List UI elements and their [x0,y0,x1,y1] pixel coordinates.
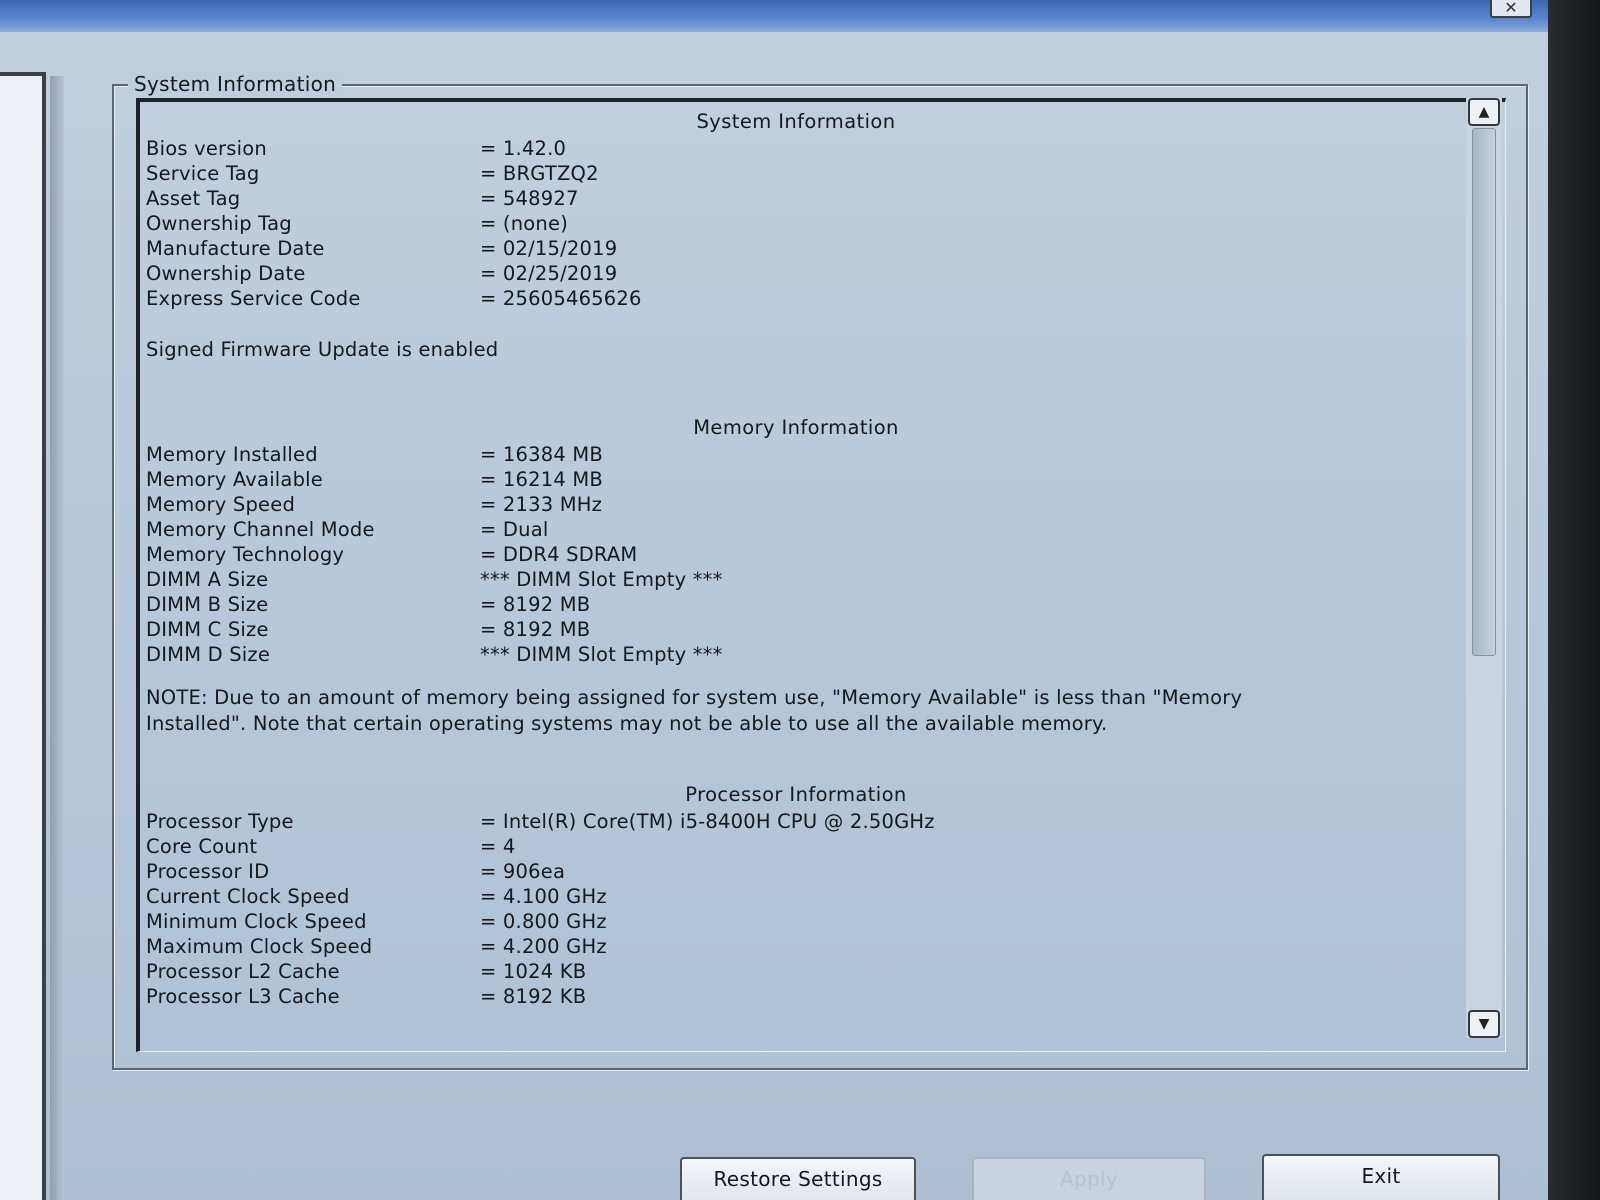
information-content: System Information Bios version = 1.42.0 S… [146,108,1466,1009]
bios-screen: ✕ System Information System Information … [0,0,1548,1200]
processor-info-value: = 906ea [480,860,566,883]
scroll-up-icon[interactable]: ▲ [1468,98,1500,126]
window-title-bar [0,0,1548,32]
restore-settings-button[interactable]: Restore Settings [680,1157,916,1200]
processor-info-label: Minimum Clock Speed [146,910,367,933]
memory-info-row: DIMM C Size = 8192 MB [146,617,1466,642]
memory-info-row: Memory Speed = 2133 MHz [146,492,1466,517]
memory-info-value: = 8192 MB [480,593,591,616]
memory-info-value: *** DIMM Slot Empty *** [480,643,723,666]
system-info-row: Bios version = 1.42.0 [146,136,1466,161]
processor-info-row: Processor Type = Intel(R) Core(TM) i5-840… [146,809,1466,834]
processor-info-value: = 4.100 GHz [480,885,607,908]
system-info-value: = 02/15/2019 [480,237,618,260]
memory-note: NOTE: Due to an amount of memory being a… [146,686,1243,735]
group-title: System Information [128,72,343,96]
processor-info-value: = 8192 KB [480,985,587,1008]
processor-info-label: Current Clock Speed [146,885,350,908]
processor-info-row: Maximum Clock Speed = 4.200 GHz [146,934,1466,959]
memory-rows: Memory Installed = 16384 MB Memory Availab… [146,442,1466,667]
close-icon[interactable]: ✕ [1490,0,1532,18]
exit-button[interactable]: Exit [1262,1154,1500,1200]
memory-info-value: = DDR4 SDRAM [480,543,638,566]
system-info-value: = 548927 [480,187,579,210]
memory-info-value: = Dual [480,518,549,541]
system-info-value: = 1.42.0 [480,137,567,160]
system-info-row: Express Service Code = 25605465626 [146,286,1466,311]
memory-info-row: Memory Channel Mode = Dual [146,517,1466,542]
processor-info-value: = Intel(R) Core(TM) i5-8400H CPU @ 2.50G… [480,810,935,833]
memory-info-label: Memory Available [146,468,323,491]
memory-info-value: = 16214 MB [480,468,603,491]
processor-info-label: Core Count [146,835,258,858]
memory-info-row: Memory Installed = 16384 MB [146,442,1466,467]
processor-info-label: Maximum Clock Speed [146,935,373,958]
vertical-scrollbar[interactable]: ▲ ▼ [1466,98,1502,1038]
memory-info-label: Memory Channel Mode [146,518,375,541]
processor-info-label: Processor ID [146,860,270,883]
processor-info-row: Processor L2 Cache = 1024 KB [146,959,1466,984]
system-info-label: Asset Tag [146,187,241,210]
memory-info-row: Memory Technology = DDR4 SDRAM [146,542,1466,567]
system-rows: Bios version = 1.42.0 Service Tag = BRGTZQ2… [146,136,1466,311]
memory-info-row: Memory Available = 16214 MB [146,467,1466,492]
processor-info-row: Core Count = 4 [146,834,1466,859]
system-info-row: Manufacture Date = 02/15/2019 [146,236,1466,261]
system-info-label: Ownership Date [146,262,306,285]
apply-button[interactable]: Apply [972,1157,1206,1200]
processor-info-row: Processor L3 Cache = 8192 KB [146,984,1466,1009]
scroll-thumb[interactable] [1472,128,1496,656]
scroll-down-icon[interactable]: ▼ [1468,1010,1500,1038]
processor-info-value: = 4.200 GHz [480,935,607,958]
memory-info-value: = 2133 MHz [480,493,603,516]
monitor-bezel [1548,0,1600,1200]
memory-info-label: DIMM C Size [146,618,269,641]
navigation-panel[interactable] [0,72,46,1200]
firmware-status: Signed Firmware Update is enabled [146,338,499,361]
processor-info-row: Current Clock Speed = 4.100 GHz [146,884,1466,909]
system-info-row: Ownership Date = 02/25/2019 [146,261,1466,286]
processor-info-value: = 0.800 GHz [480,910,607,933]
processor-section-title: Processor Information [685,783,907,806]
system-info-row: Service Tag = BRGTZQ2 [146,161,1466,186]
processor-info-label: Processor L2 Cache [146,960,340,983]
system-info-label: Express Service Code [146,287,361,310]
system-info-row: Asset Tag = 548927 [146,186,1466,211]
system-info-value: = 02/25/2019 [480,262,618,285]
memory-section-title: Memory Information [693,416,899,439]
information-panel: System Information Bios version = 1.42.0 S… [136,98,1506,1052]
panel-divider [50,76,64,1200]
system-info-label: Manufacture Date [146,237,325,260]
processor-info-label: Processor L3 Cache [146,985,340,1008]
memory-info-value: *** DIMM Slot Empty *** [480,568,723,591]
processor-info-value: = 1024 KB [480,960,587,983]
memory-info-label: Memory Installed [146,443,318,466]
memory-info-row: DIMM B Size = 8192 MB [146,592,1466,617]
system-section-title: System Information [696,110,896,133]
system-info-label: Ownership Tag [146,212,292,235]
memory-info-row: DIMM A Size *** DIMM Slot Empty *** [146,567,1466,592]
system-info-label: Bios version [146,137,267,160]
system-info-row: Ownership Tag = (none) [146,211,1466,236]
memory-info-value: = 16384 MB [480,443,603,466]
system-info-value: = 25605465626 [480,287,642,310]
memory-info-value: = 8192 MB [480,618,591,641]
processor-info-row: Minimum Clock Speed = 0.800 GHz [146,909,1466,934]
system-info-value: = (none) [480,212,568,235]
memory-info-label: DIMM A Size [146,568,269,591]
system-info-value: = BRGTZQ2 [480,162,599,185]
processor-info-value: = 4 [480,835,516,858]
processor-info-row: Processor ID = 906ea [146,859,1466,884]
processor-info-label: Processor Type [146,810,294,833]
memory-info-label: Memory Speed [146,493,296,516]
memory-info-row: DIMM D Size *** DIMM Slot Empty *** [146,642,1466,667]
processor-rows: Processor Type = Intel(R) Core(TM) i5-840… [146,809,1466,1009]
memory-info-label: DIMM D Size [146,643,271,666]
memory-info-label: Memory Technology [146,543,345,566]
memory-info-label: DIMM B Size [146,593,269,616]
system-info-label: Service Tag [146,162,260,185]
